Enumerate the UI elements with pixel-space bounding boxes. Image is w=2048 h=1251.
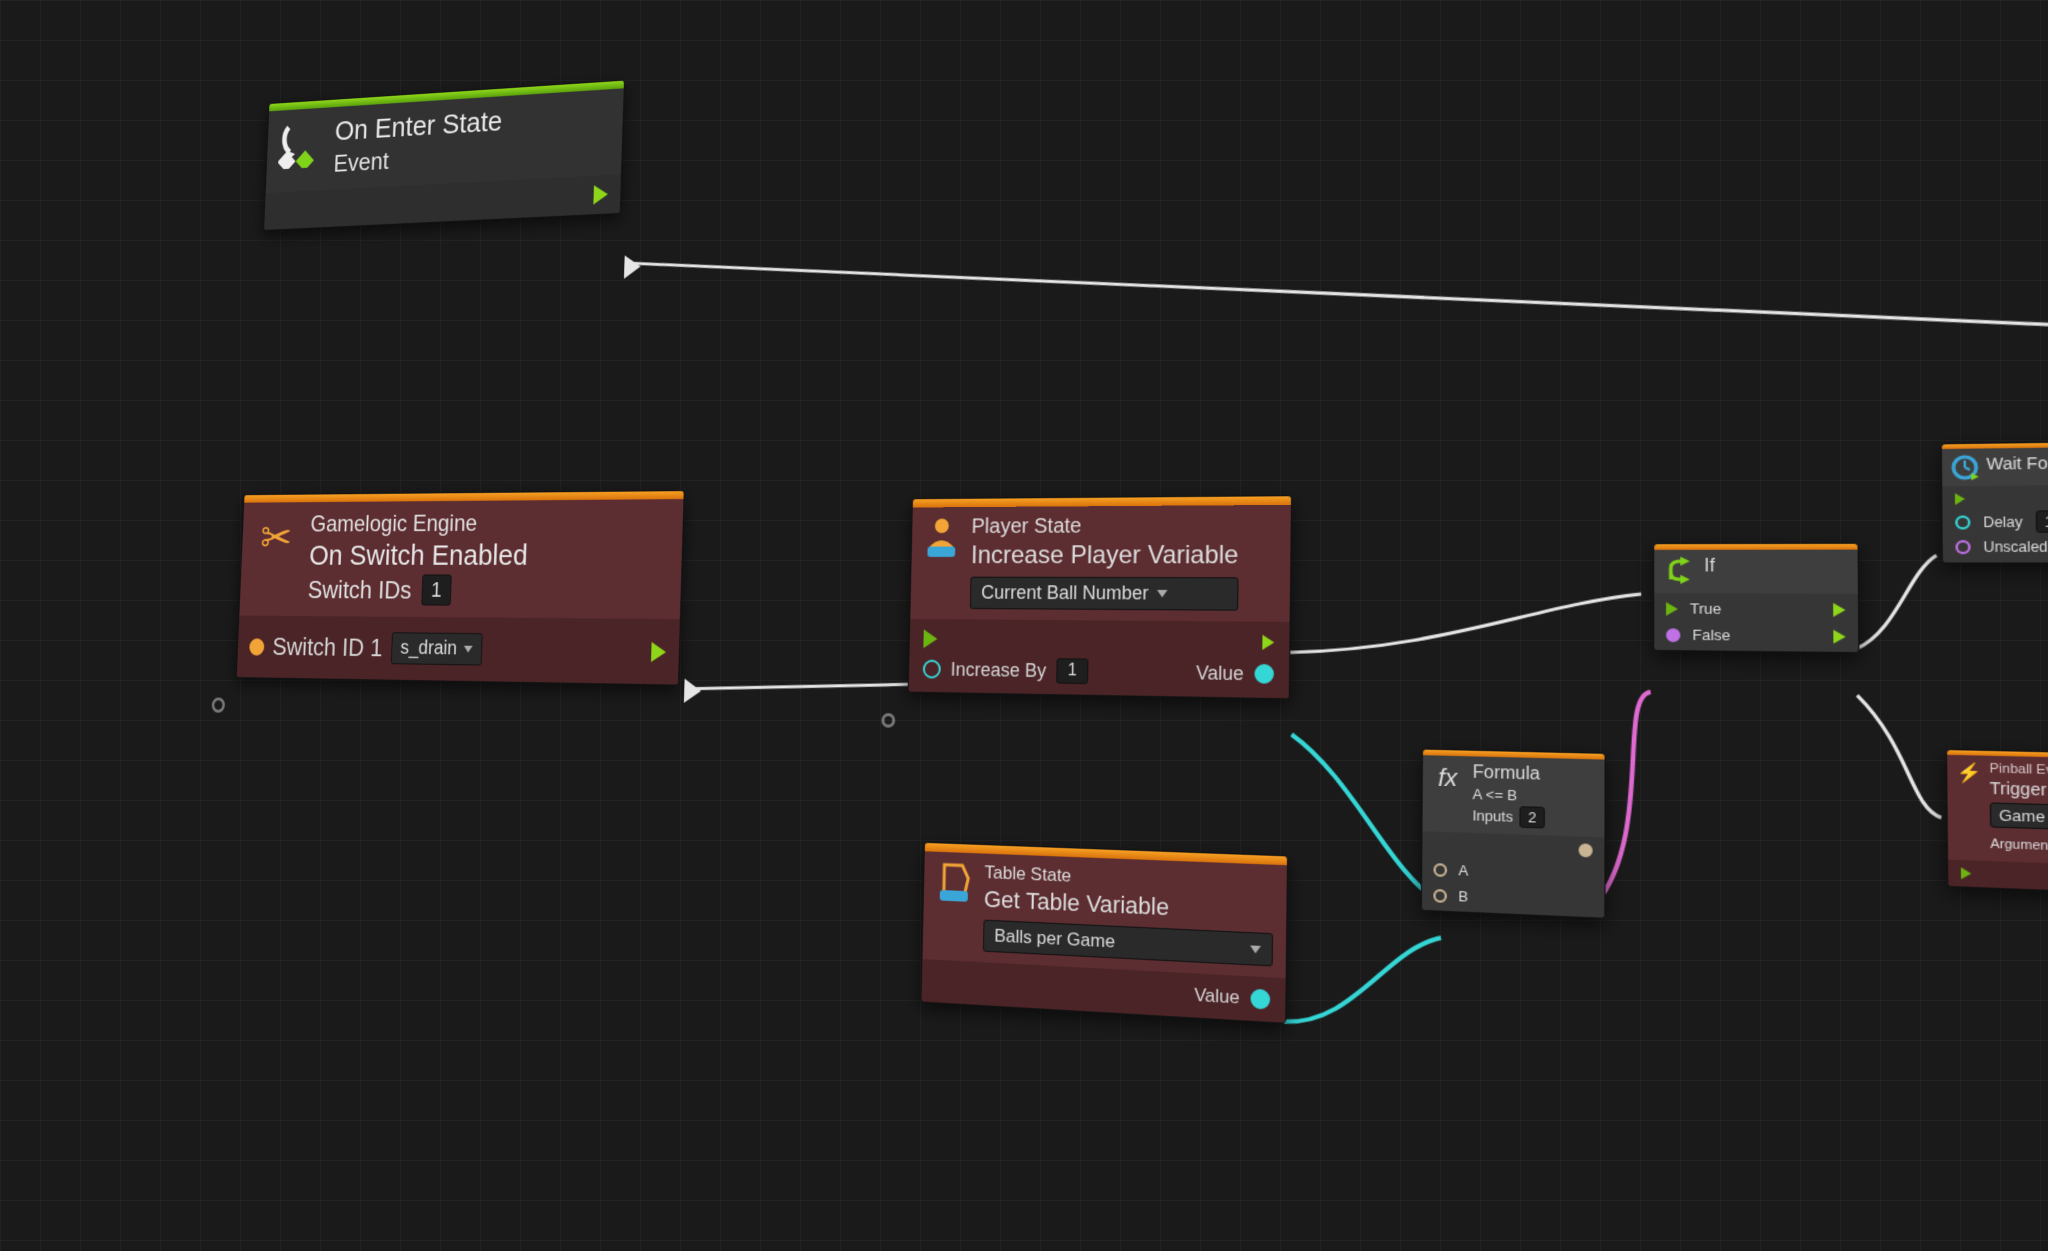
value-out-port[interactable]: [1254, 664, 1274, 684]
node-on-enter-state[interactable]: On Enter State Event: [263, 80, 625, 231]
value-out-port[interactable]: [1250, 989, 1270, 1010]
node-body: Increase By 1 Value: [909, 619, 1290, 698]
switch-id-value: s_drain: [400, 637, 457, 660]
switch-ids-label: Switch IDs: [307, 575, 412, 605]
node-connector-left[interactable]: [881, 713, 895, 728]
node-category: Pinball Event: [1989, 762, 2048, 780]
increase-by-label: Increase By: [950, 658, 1046, 681]
switch-id-port[interactable]: [249, 638, 264, 655]
exec-in-icon[interactable]: [1666, 602, 1678, 616]
switch-id-label: Switch ID 1: [272, 632, 383, 663]
chevron-down-icon: [464, 646, 473, 653]
node-increase-player-variable[interactable]: Player State Increase Player Variable Cu…: [908, 495, 1292, 699]
player-variable-value: Current Ball Number: [981, 582, 1149, 605]
formula-a-port[interactable]: [1433, 862, 1447, 876]
exec-out-icon[interactable]: [1262, 635, 1274, 650]
exec-out-port[interactable]: [624, 255, 641, 279]
chevron-down-icon: [1250, 945, 1261, 953]
switch-ids-count[interactable]: 1: [421, 574, 452, 605]
table-state-icon: [934, 860, 975, 904]
arguments-label: Arguments: [1990, 837, 2048, 854]
player-variable-dropdown[interactable]: Current Ball Number: [970, 577, 1238, 611]
value-out-label: Value: [1196, 662, 1244, 685]
node-header[interactable]: Gamelogic Engine On Switch Enabled Switc…: [239, 499, 683, 619]
formula-inputs-count[interactable]: 2: [1520, 806, 1545, 828]
node-title: On Switch Enabled: [309, 539, 529, 572]
node-title: Increase Player Variable: [971, 541, 1239, 571]
unscaled-port[interactable]: [1955, 540, 1970, 554]
switch-icon: [253, 512, 300, 563]
exec-out-icon[interactable]: [651, 641, 666, 661]
node-body: Delay 1 Unscaled: [1942, 484, 2048, 562]
node-if[interactable]: If True False: [1653, 543, 1859, 654]
table-variable-dropdown[interactable]: Balls per Game: [983, 920, 1273, 967]
formula-icon: fx: [1432, 762, 1464, 794]
node-on-switch-enabled[interactable]: Gamelogic Engine On Switch Enabled Switc…: [236, 490, 685, 685]
node-title: Wait For Seconds: [1986, 453, 2048, 474]
formula-b-port[interactable]: [1433, 888, 1447, 902]
formula-expression[interactable]: A <= B: [1472, 786, 1544, 805]
formula-inputs-label: Inputs: [1472, 807, 1513, 825]
exec-in-icon[interactable]: [923, 629, 937, 648]
unscaled-label: Unscaled: [1983, 539, 2048, 556]
node-body: Switch ID 1 s_drain: [237, 616, 680, 685]
bolt-icon: ⚡: [1956, 761, 1982, 785]
node-header[interactable]: fx Formula A <= B Inputs 2: [1422, 755, 1604, 837]
branch-icon: [1664, 557, 1695, 587]
node-formula[interactable]: fx Formula A <= B Inputs 2 A B: [1421, 748, 1606, 918]
chevron-down-icon: [1157, 590, 1168, 598]
node-title: Formula: [1473, 763, 1545, 785]
switch-id-dropdown[interactable]: s_drain: [390, 632, 482, 665]
player-state-icon: [921, 515, 961, 557]
if-false-label: False: [1692, 626, 1730, 644]
formula-a-label: A: [1458, 862, 1468, 879]
delay-port[interactable]: [1955, 515, 1970, 529]
node-header[interactable]: Wait For Seconds: [1942, 446, 2048, 486]
clock-icon: [1951, 454, 1979, 480]
value-out-label: Value: [1194, 984, 1240, 1009]
node-body: True False: [1654, 593, 1858, 652]
node-category: Gamelogic Engine: [310, 510, 529, 538]
event-value: Game Over: [1999, 806, 2048, 827]
node-title: Trigger: [1990, 778, 2048, 801]
exec-in-icon[interactable]: [1955, 493, 1965, 505]
node-wait-for-seconds[interactable]: Wait For Seconds Delay 1 Unscaled: [1941, 440, 2048, 564]
increase-by-port[interactable]: [923, 660, 941, 679]
node-body: [1948, 860, 2048, 896]
node-title: If: [1704, 557, 1715, 578]
node-header[interactable]: If: [1654, 550, 1858, 594]
event-dropdown[interactable]: Game Over: [1990, 802, 2048, 831]
state-enter-icon: [278, 117, 324, 169]
node-header[interactable]: ⚡ Pinball Event Trigger Game Over Argume…: [1947, 755, 2048, 868]
exec-out-false-icon[interactable]: [1833, 629, 1845, 643]
table-variable-value: Balls per Game: [994, 925, 1115, 952]
if-condition-port[interactable]: [1666, 628, 1680, 642]
node-get-table-variable[interactable]: Table State Get Table Variable Balls per…: [920, 842, 1288, 1024]
node-category: Player State: [971, 514, 1239, 539]
increase-by-value[interactable]: 1: [1056, 658, 1088, 684]
node-header[interactable]: Table State Get Table Variable Balls per…: [922, 851, 1286, 978]
formula-out-port[interactable]: [1579, 843, 1593, 857]
node-pinball-event-trigger[interactable]: ⚡ Pinball Event Trigger Game Over Argume…: [1946, 749, 2048, 897]
formula-b-label: B: [1458, 888, 1468, 905]
exec-in-icon[interactable]: [1961, 867, 1971, 879]
exec-out-icon[interactable]: [593, 185, 608, 205]
delay-value[interactable]: 1: [2035, 510, 2048, 533]
node-connector-left[interactable]: [212, 697, 226, 712]
node-header[interactable]: Player State Increase Player Variable Cu…: [910, 505, 1291, 622]
exec-out-port[interactable]: [684, 679, 701, 704]
delay-label: Delay: [1983, 513, 2023, 530]
node-body: A B: [1422, 831, 1605, 918]
if-true-label: True: [1690, 600, 1721, 617]
exec-out-true-icon[interactable]: [1833, 602, 1845, 616]
